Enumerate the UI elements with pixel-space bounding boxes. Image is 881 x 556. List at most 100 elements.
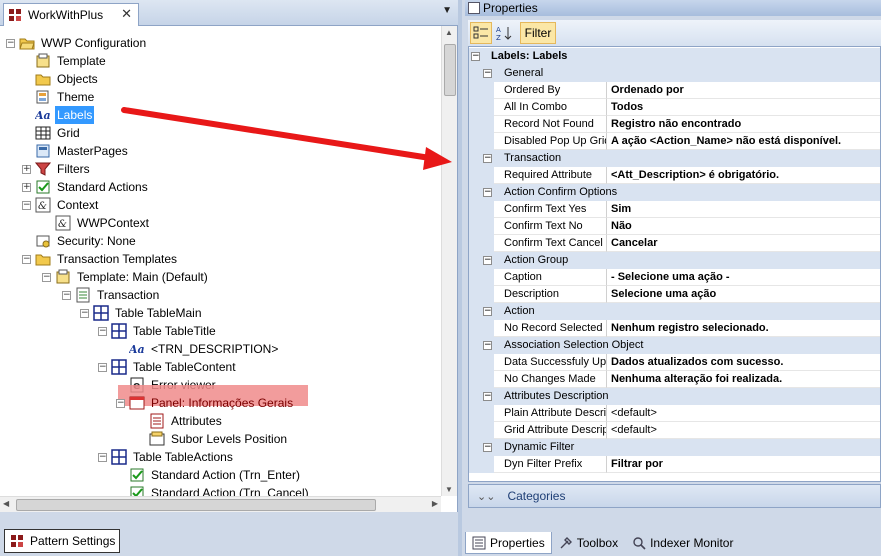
filter-button[interactable]: Filter <box>520 22 556 44</box>
collapse-icon[interactable]: − <box>483 154 492 163</box>
top-category-row[interactable]: − Labels: Labels <box>469 48 880 65</box>
property-row[interactable]: Confirm Text Cancel Cancelar <box>469 235 880 252</box>
collapse-icon[interactable]: − <box>471 52 480 61</box>
tree-item[interactable]: − Table TableContent <box>98 358 238 376</box>
categorized-button[interactable] <box>470 22 492 44</box>
property-value[interactable]: <default> <box>607 405 880 422</box>
property-value[interactable]: Selecione uma ação <box>607 286 880 303</box>
tree-item[interactable]: + Standard Actions <box>22 178 150 196</box>
tree-item[interactable]: Template <box>35 52 108 70</box>
tree-item[interactable]: Standard Action (Trn_Enter) <box>129 466 302 484</box>
collapse-icon[interactable]: − <box>98 362 107 372</box>
collapse-icon[interactable]: − <box>116 398 125 408</box>
property-grid[interactable]: − Labels: Labels − General Ordered By Orden… <box>468 46 881 482</box>
category-row[interactable]: − General <box>469 65 880 82</box>
scroll-thumb-horizontal[interactable] <box>16 499 376 511</box>
property-row[interactable]: Confirm Text Yes Sim <box>469 201 880 218</box>
collapse-icon[interactable]: − <box>483 188 492 197</box>
category-row[interactable]: − Transaction <box>469 150 880 167</box>
tree-item[interactable]: Objects <box>35 70 100 88</box>
scroll-thumb[interactable] <box>444 44 456 96</box>
property-value[interactable]: Dados atualizados com sucesso. <box>607 354 880 371</box>
category-row[interactable]: − Attributes Description <box>469 388 880 405</box>
category-row[interactable]: − Dynamic Filter <box>469 439 880 456</box>
scroll-left-icon[interactable]: ◀ <box>3 499 9 508</box>
scroll-down-icon[interactable]: ▼ <box>445 485 453 494</box>
tree-item[interactable]: − Table TableTitle <box>98 322 218 340</box>
category-row[interactable]: − Action <box>469 303 880 320</box>
tree-item[interactable]: Aa Labels <box>34 106 95 124</box>
tree-item[interactable]: MasterPages <box>35 142 130 160</box>
vertical-scrollbar[interactable]: ▲ ▼ <box>441 26 457 496</box>
property-value[interactable]: Nenhum registro selecionado. <box>607 320 880 337</box>
property-row[interactable]: Dyn Filter Prefix Filtrar por <box>469 456 880 473</box>
property-row[interactable]: Caption - Selecione uma ação - <box>469 269 880 286</box>
horizontal-scrollbar[interactable]: ◀ ▶ <box>0 496 441 512</box>
tree-item[interactable]: Attributes <box>149 412 224 430</box>
property-row[interactable]: Grid Attribute Descrip <default> <box>469 422 880 439</box>
tree-item[interactable]: Theme <box>35 88 96 106</box>
property-value[interactable]: Nenhuma alteração foi realizada. <box>607 371 880 388</box>
pattern-settings-tab[interactable]: Pattern Settings <box>4 529 120 553</box>
collapse-icon[interactable]: − <box>483 69 492 78</box>
collapse-icon[interactable]: − <box>80 308 89 318</box>
property-value[interactable]: Cancelar <box>607 235 880 252</box>
property-value[interactable]: Filtrar por <box>607 456 880 473</box>
collapse-icon[interactable]: − <box>483 256 492 265</box>
tree-item[interactable]: − Transaction Templates <box>22 250 179 268</box>
tree-item[interactable]: − Template: Main (Default) <box>42 268 210 286</box>
property-row[interactable]: Confirm Text No Não <box>469 218 880 235</box>
property-row[interactable]: No Record Selected Nenhum registro seleci… <box>469 320 880 337</box>
tree-item[interactable]: Subor Levels Position <box>149 430 289 448</box>
property-value[interactable]: <default> <box>607 422 880 439</box>
tab-properties[interactable]: Properties <box>465 532 552 554</box>
tab-toolbox[interactable]: Toolbox <box>552 532 625 554</box>
property-row[interactable]: Record Not Found Registro não encontrado <box>469 116 880 133</box>
collapse-icon[interactable]: − <box>483 341 492 350</box>
category-row[interactable]: − Action Confirm Options <box>469 184 880 201</box>
tree-item[interactable]: − Table TableMain <box>80 304 204 322</box>
tree-item[interactable]: − Table TableActions <box>98 448 235 466</box>
categories-bar[interactable]: ⌄⌄ Categories <box>468 484 881 508</box>
property-row[interactable]: Plain Attribute Descri <default> <box>469 405 880 422</box>
collapse-icon[interactable]: − <box>22 254 31 264</box>
tree-item[interactable]: Aa <TRN_DESCRIPTION> <box>128 340 280 358</box>
collapse-icon[interactable]: − <box>22 200 31 210</box>
property-row[interactable]: Ordered By Ordenado por <box>469 82 880 99</box>
scroll-right-icon[interactable]: ▶ <box>432 499 438 508</box>
collapse-icon[interactable]: − <box>98 326 107 336</box>
property-value[interactable]: - Selecione uma ação - <box>607 269 880 286</box>
property-value[interactable]: Ordenado por <box>607 82 880 99</box>
property-value[interactable]: Registro não encontrado <box>607 116 880 133</box>
tree-item[interactable]: & WWPContext <box>55 214 151 232</box>
tree-item[interactable]: + Filters <box>22 160 92 178</box>
property-row[interactable]: Description Selecione uma ação <box>469 286 880 303</box>
category-row[interactable]: − Association Selection Object <box>469 337 880 354</box>
tree-item[interactable]: − & Context <box>22 196 100 214</box>
chevron-down-icon[interactable]: ▼ <box>442 5 452 16</box>
close-icon[interactable]: ✕ <box>121 6 132 22</box>
property-row[interactable]: Disabled Pop Up Grid A ação <Action_Name>… <box>469 133 880 150</box>
workwithplus-tab[interactable]: WorkWithPlus ✕ <box>3 3 139 26</box>
collapse-icon[interactable]: − <box>62 290 71 300</box>
collapse-icon[interactable]: − <box>98 452 107 462</box>
tree-item[interactable]: − WWP Configuration <box>6 34 148 52</box>
tab-indexer-monitor[interactable]: Indexer Monitor <box>625 532 740 554</box>
property-value[interactable]: <Att_Description> é obrigatório. <box>607 167 880 184</box>
tree-item[interactable]: − Panel: Informações Gerais <box>116 394 295 412</box>
property-value[interactable]: Todos <box>607 99 880 116</box>
property-row[interactable]: No Changes Made Nenhuma alteração foi rea… <box>469 371 880 388</box>
tree-item[interactable]: − Transaction <box>62 286 161 304</box>
expand-icon[interactable]: + <box>22 182 31 192</box>
collapse-icon[interactable]: − <box>483 307 492 316</box>
collapse-icon[interactable]: − <box>483 392 492 401</box>
property-row[interactable]: Required Attribute <Att_Description> é ob… <box>469 167 880 184</box>
property-row[interactable]: Data Successfuly Upd Dados atualizados co… <box>469 354 880 371</box>
collapse-icon[interactable]: − <box>483 443 492 452</box>
scroll-up-icon[interactable]: ▲ <box>445 28 453 37</box>
tree-item[interactable]: Security: None <box>35 232 138 250</box>
property-row[interactable]: All In Combo Todos <box>469 99 880 116</box>
category-row[interactable]: − Action Group <box>469 252 880 269</box>
property-value[interactable]: Sim <box>607 201 880 218</box>
expand-icon[interactable]: + <box>22 164 31 174</box>
